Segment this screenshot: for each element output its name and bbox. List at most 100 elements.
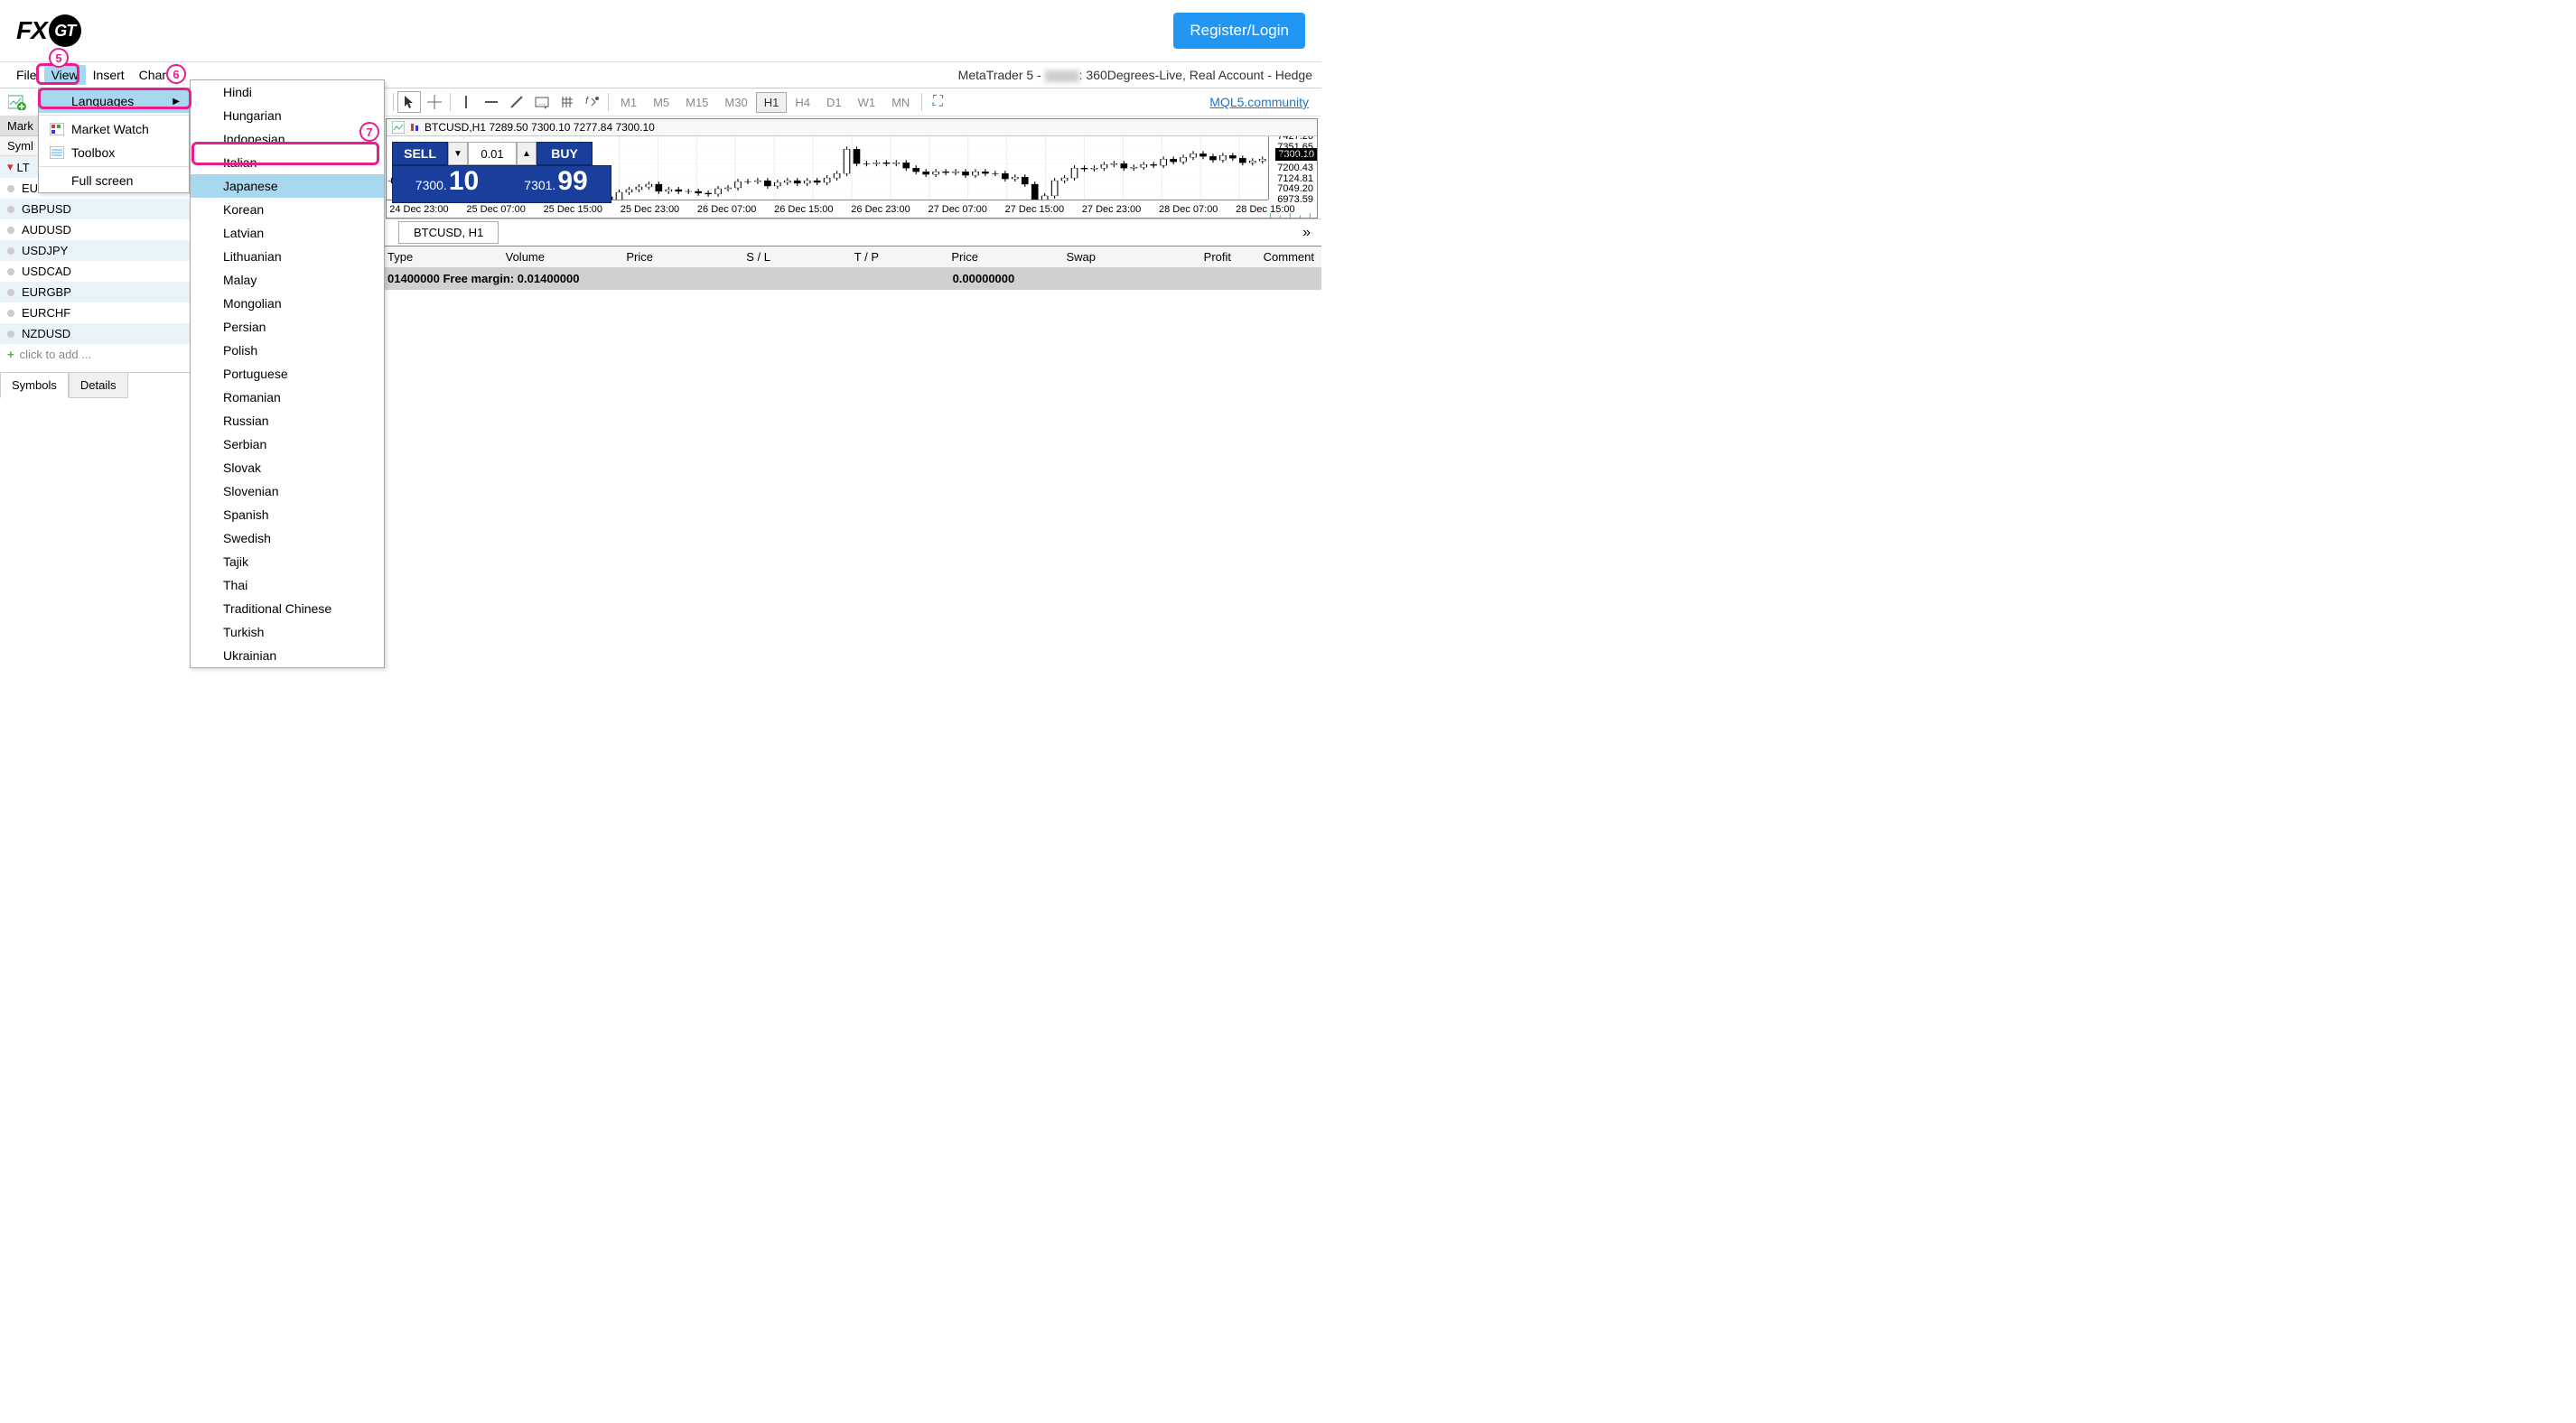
horizontal-line-icon[interactable] (480, 91, 503, 113)
menu-view[interactable]: View (44, 65, 86, 85)
grid-icon[interactable] (555, 91, 579, 113)
lang-item-traditional-chinese[interactable]: Traditional Chinese (191, 597, 384, 620)
chart-candle-icon (408, 121, 421, 134)
lang-item-ukrainian[interactable]: Ukrainian (191, 644, 384, 667)
menu-toolbox[interactable]: Toolbox (39, 141, 189, 164)
timeframe-m15[interactable]: M15 (677, 92, 716, 113)
sell-button[interactable]: SELL (392, 142, 448, 165)
lang-item-persian[interactable]: Persian (191, 315, 384, 339)
lang-item-serbian[interactable]: Serbian (191, 432, 384, 456)
chart-panel: BTCUSD,H1 7289.50 7300.10 7277.84 7300.1… (386, 118, 1318, 219)
brand-logo: FXGT (16, 14, 81, 47)
menu-full-screen[interactable]: Full screen (39, 169, 189, 192)
market-watch-row[interactable]: AUDUSD (0, 219, 190, 240)
register-login-button[interactable]: Register/Login (1173, 13, 1305, 49)
x-tick: 27 Dec 15:00 (1005, 204, 1064, 215)
market-watch-row[interactable]: USDCAD (0, 261, 190, 282)
svg-text:f: f (585, 96, 589, 107)
svg-text:…: … (538, 98, 546, 107)
new-chart-icon[interactable] (5, 91, 29, 113)
menu-charts[interactable]: Charts (132, 65, 183, 85)
chart-body[interactable]: SELL ▼ ▲ BUY 7300. 10 (387, 136, 1317, 218)
buy-price[interactable]: 7301. 99 (501, 165, 611, 203)
timeframe-m30[interactable]: M30 (716, 92, 755, 113)
volume-up-button[interactable]: ▲ (517, 142, 537, 165)
timeframe-w1[interactable]: W1 (850, 92, 884, 113)
lang-item-slovak[interactable]: Slovak (191, 456, 384, 479)
lang-item-slovenian[interactable]: Slovenian (191, 479, 384, 503)
lang-item-latvian[interactable]: Latvian (191, 221, 384, 245)
timeframe-d1[interactable]: D1 (818, 92, 850, 113)
col-price: Price (552, 246, 660, 267)
lang-item-thai[interactable]: Thai (191, 573, 384, 597)
top-bar: FXGT Register/Login (0, 0, 1321, 62)
lang-item-japanese[interactable]: Japanese (191, 174, 384, 198)
lang-item-korean[interactable]: Korean (191, 198, 384, 221)
y-tick: 7276.04 (1277, 152, 1313, 163)
chevron-right-icon: ▶ (173, 97, 180, 107)
market-watch-row[interactable]: GBPUSD (0, 199, 190, 219)
market-watch-row[interactable]: EURGBP (0, 282, 190, 302)
text-label-icon[interactable]: … (530, 91, 554, 113)
market-watch-add-row[interactable]: + click to add ... (0, 344, 190, 365)
lang-item-hindi[interactable]: Hindi (191, 80, 384, 104)
volume-down-button[interactable]: ▼ (448, 142, 468, 165)
indicators-icon[interactable]: f (581, 91, 604, 113)
col-swap: Swap (985, 246, 1103, 267)
cursor-icon[interactable] (397, 91, 421, 113)
market-watch-row[interactable]: EURCHF (0, 302, 190, 323)
timeframe-h1[interactable]: H1 (756, 92, 788, 113)
lang-item-malay[interactable]: Malay (191, 268, 384, 292)
menu-market-watch[interactable]: Market Watch (39, 117, 189, 141)
bullet-icon (7, 330, 14, 338)
col-type: Type (380, 246, 471, 267)
col-comment: Comment (1238, 246, 1321, 267)
bullet-icon (7, 289, 14, 296)
lang-item-italian[interactable]: Italian (191, 151, 384, 174)
lang-item-romanian[interactable]: Romanian (191, 386, 384, 409)
market-watch-row[interactable]: NZDUSD (0, 323, 190, 344)
lang-item-lithuanian[interactable]: Lithuanian (191, 245, 384, 268)
x-tick: 25 Dec 23:00 (621, 204, 679, 215)
vertical-line-icon[interactable] (454, 91, 478, 113)
lang-item-polish[interactable]: Polish (191, 339, 384, 362)
menu-file[interactable]: File (9, 65, 44, 85)
lang-item-mongolian[interactable]: Mongolian (191, 292, 384, 315)
crosshair-icon[interactable] (423, 91, 446, 113)
lang-item-portuguese[interactable]: Portuguese (191, 362, 384, 386)
app-content: Languages ▶ Market Watch Toolbox Full sc… (0, 88, 1321, 398)
y-tick: 7049.20 (1277, 183, 1313, 194)
col-tp: T / P (778, 246, 886, 267)
timeframe-mn[interactable]: MN (883, 92, 918, 113)
lang-item-spanish[interactable]: Spanish (191, 503, 384, 526)
view-dropdown: Languages ▶ Market Watch Toolbox Full sc… (38, 88, 190, 193)
trend-line-icon[interactable] (505, 91, 528, 113)
lang-item-indonesian[interactable]: Indonesian (191, 127, 384, 151)
lang-item-turkish[interactable]: Turkish (191, 620, 384, 644)
menu-languages[interactable]: Languages ▶ (39, 89, 189, 113)
x-tick: 24 Dec 23:00 (389, 204, 448, 215)
tab-symbols[interactable]: Symbols (0, 373, 69, 398)
menu-insert[interactable]: Insert (86, 65, 132, 85)
bullet-icon (7, 227, 14, 234)
lang-item-russian[interactable]: Russian (191, 409, 384, 432)
tabs-expand-icon[interactable]: » (1295, 225, 1318, 241)
chart-header: BTCUSD,H1 7289.50 7300.10 7277.84 7300.1… (387, 119, 1317, 136)
lang-item-hungarian[interactable]: Hungarian (191, 104, 384, 127)
mql5-link[interactable]: MQL5.community (1209, 95, 1316, 109)
buy-button[interactable]: BUY (537, 142, 593, 165)
market-watch-row[interactable]: USDJPY (0, 240, 190, 261)
lang-item-swedish[interactable]: Swedish (191, 526, 384, 550)
volume-input[interactable] (468, 142, 517, 165)
timeframe-m5[interactable]: M5 (645, 92, 677, 113)
chart-tab-btcusd[interactable]: BTCUSD, H1 (398, 221, 499, 244)
sell-price[interactable]: 7300. 10 (392, 165, 502, 203)
timeframe-h4[interactable]: H4 (787, 92, 818, 113)
lang-item-tajik[interactable]: Tajik (191, 550, 384, 573)
timeframe-m1[interactable]: M1 (612, 92, 645, 113)
tab-details[interactable]: Details (69, 373, 128, 398)
col-price2: Price (886, 246, 985, 267)
bullet-icon (7, 206, 14, 213)
app-title: MetaTrader 5 - : 360Degrees-Live, Real A… (958, 68, 1316, 82)
expand-icon[interactable]: ⛶ (926, 91, 949, 113)
